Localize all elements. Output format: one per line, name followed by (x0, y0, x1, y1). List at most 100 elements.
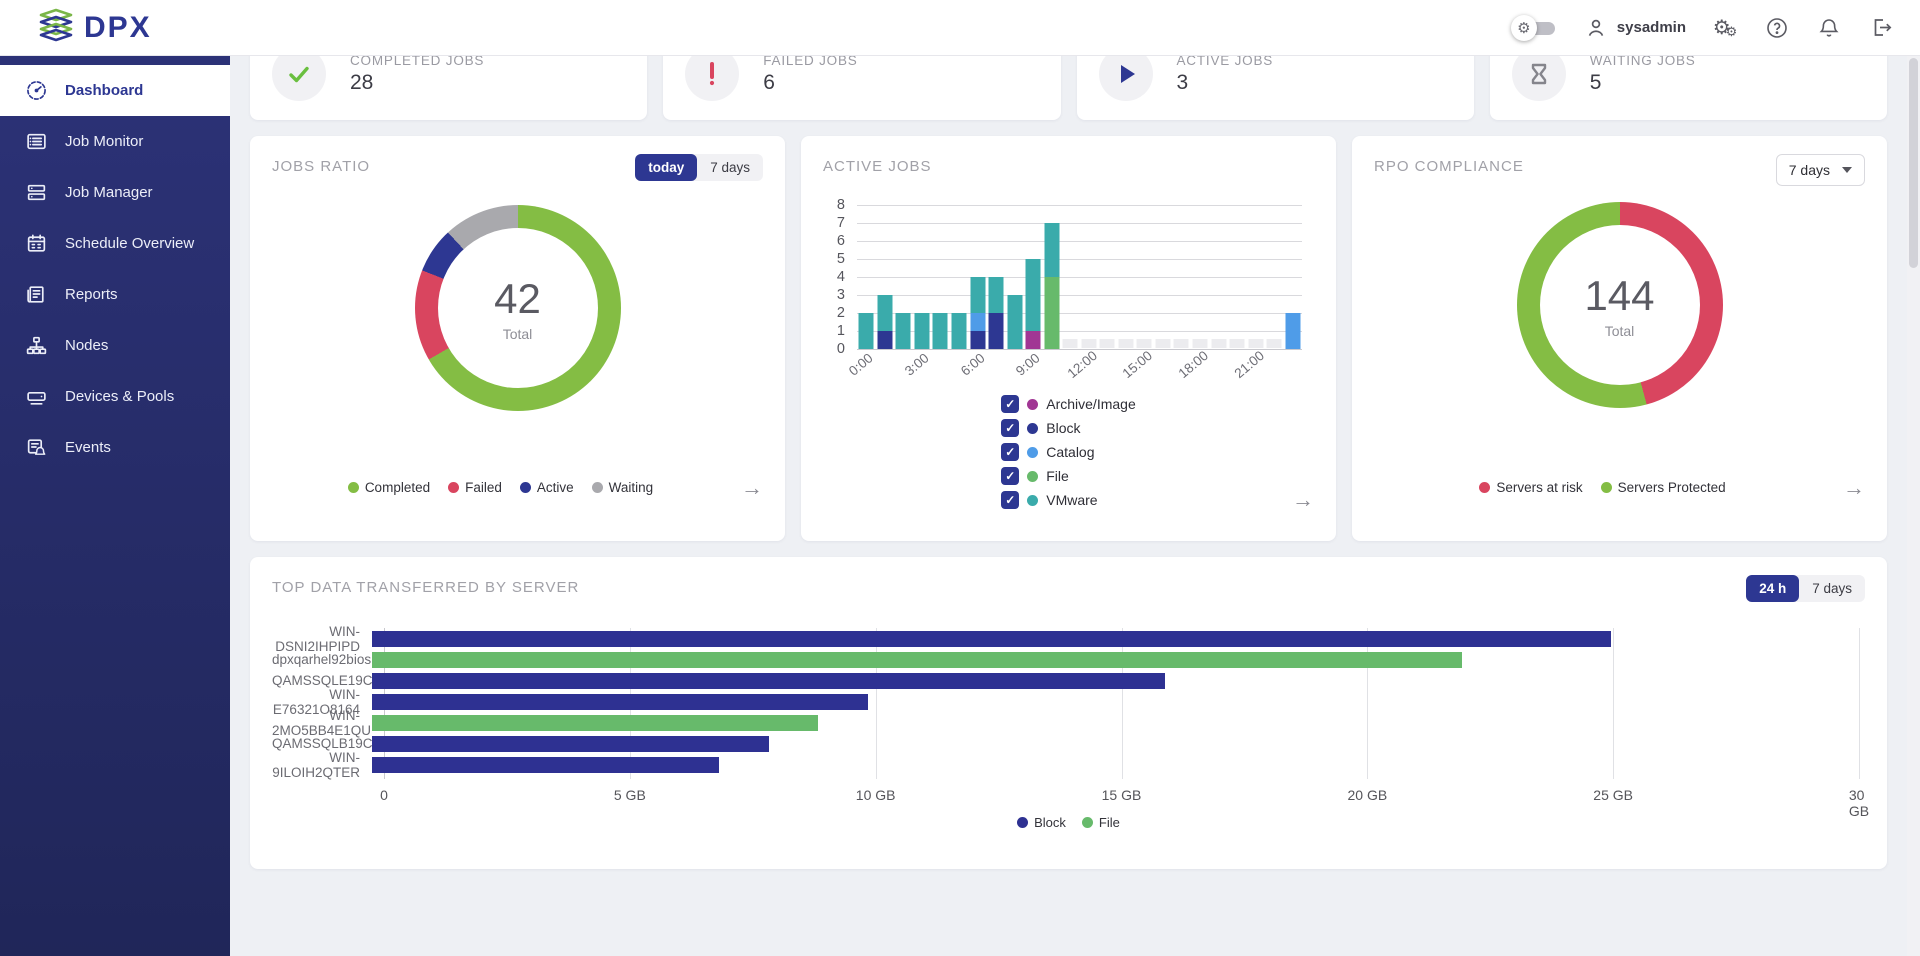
server-row-dpxqarhel92bios[interactable]: dpxqarhel92bios (272, 649, 1865, 670)
rpo-donut-chart[interactable]: 144 Total (1517, 202, 1723, 408)
top-data-toggle-24-h[interactable]: 24 h (1746, 575, 1799, 602)
stat-card-text: WAITING JOBS5 (1590, 53, 1696, 95)
active-jobs-arrow-icon[interactable]: → (1292, 489, 1314, 511)
bar-segment-vmware[interactable] (914, 313, 929, 349)
brand-logo: DPX (38, 8, 152, 47)
bar-segment-file[interactable] (1044, 277, 1059, 349)
active-jobs-legend-item-archive-image[interactable]: ✓Archive/Image (1001, 395, 1135, 413)
gridline (857, 259, 1302, 260)
legend-dot (1027, 423, 1038, 434)
topbar: DPX ⚙ sysadmin ⚙⚙ (0, 0, 1920, 56)
stat-card-value: 5 (1590, 71, 1696, 95)
x-axis-tick: 0:00 (846, 350, 876, 378)
server-row-win-9iloih2qter[interactable]: WIN-9ILOIH2QTER (272, 754, 1865, 775)
help-icon[interactable] (1764, 15, 1790, 41)
bar-block[interactable] (372, 631, 1611, 647)
bar-segment-catalog[interactable] (1285, 313, 1300, 349)
empty-bar-stub (1230, 339, 1245, 348)
bar-track (372, 757, 1859, 773)
gridline (857, 277, 1302, 278)
x-axis-tick: 3:00 (902, 350, 932, 378)
bar-segment-archive-image[interactable] (1026, 331, 1041, 349)
job-monitor-icon (24, 130, 48, 154)
bar-file[interactable] (372, 715, 818, 731)
checkbox-checked[interactable]: ✓ (1001, 395, 1019, 413)
bar-block[interactable] (372, 673, 1165, 689)
bar-file[interactable] (372, 652, 1462, 668)
active-jobs-legend-item-catalog[interactable]: ✓Catalog (1001, 443, 1135, 461)
legend-label: Servers at risk (1496, 480, 1582, 495)
checkbox-checked[interactable]: ✓ (1001, 491, 1019, 509)
jobs-ratio-toggle-7-days[interactable]: 7 days (697, 154, 763, 181)
bar-segment-vmware[interactable] (896, 313, 911, 349)
bar-segment-vmware[interactable] (970, 277, 985, 313)
empty-bar-stub (1081, 339, 1096, 348)
bar-block[interactable] (372, 736, 769, 752)
active-jobs-legend: ✓Archive/Image✓Block✓Catalog✓File✓VMware (1001, 395, 1135, 509)
gridline (857, 205, 1302, 206)
scrollbar-thumb[interactable] (1909, 58, 1918, 268)
server-row-qamssqle19cl[interactable]: QAMSSQLE19CL (272, 670, 1865, 691)
stat-card-value: 28 (350, 71, 484, 95)
bar-segment-vmware[interactable] (1007, 295, 1022, 349)
empty-bar-stub (1118, 339, 1133, 348)
scrollbar[interactable] (1907, 56, 1920, 956)
bar-segment-block[interactable] (877, 331, 892, 349)
bar-segment-vmware[interactable] (1026, 259, 1041, 331)
rpo-arrow-icon[interactable]: → (1843, 477, 1865, 499)
sidebar-item-reports[interactable]: Reports (0, 269, 230, 320)
top-data-bar-chart[interactable]: WIN-DSNI2IHPIPDdpxqarhel92biosQAMSSQLE19… (272, 628, 1865, 809)
checkbox-checked[interactable]: ✓ (1001, 443, 1019, 461)
active-jobs-bar-chart[interactable]: 0123456780:003:006:009:0012:0015:0018:00… (857, 205, 1302, 349)
sidebar-item-label: Job Manager (65, 184, 153, 201)
bar-segment-vmware[interactable] (859, 313, 874, 349)
bar-segment-catalog[interactable] (970, 313, 985, 331)
checkbox-checked[interactable]: ✓ (1001, 419, 1019, 437)
sidebar-item-job-monitor[interactable]: Job Monitor (0, 116, 230, 167)
bar-block[interactable] (372, 757, 719, 773)
bar-segment-block[interactable] (970, 331, 985, 349)
server-row-win-e76321o8164[interactable]: WIN-E76321O8164 (272, 691, 1865, 712)
logout-icon[interactable] (1868, 15, 1894, 41)
sidebar-item-dashboard[interactable]: Dashboard (0, 65, 230, 116)
bar-segment-vmware[interactable] (877, 295, 892, 331)
sidebar-item-events[interactable]: Events (0, 422, 230, 473)
top-data-card: TOP DATA TRANSFERRED BY SERVER 24 h7 day… (250, 557, 1887, 869)
user-menu[interactable]: sysadmin (1583, 15, 1686, 41)
bar-segment-vmware[interactable] (1044, 223, 1059, 277)
sidebar-item-devices-pools[interactable]: Devices & Pools (0, 371, 230, 422)
active-jobs-legend-item-block[interactable]: ✓Block (1001, 419, 1135, 437)
sidebar-item-job-manager[interactable]: Job Manager (0, 167, 230, 218)
server-row-win-2mo5bb4e1qu[interactable]: WIN-2MO5BB4E1QU (272, 712, 1865, 733)
server-row-qamssqlb19cl[interactable]: QAMSSQLB19CL (272, 733, 1865, 754)
bar-block[interactable] (372, 694, 868, 710)
sidebar-item-label: Devices & Pools (65, 388, 174, 405)
settings-gears-icon[interactable]: ⚙⚙ (1712, 15, 1738, 41)
bar-segment-vmware[interactable] (989, 277, 1004, 313)
bar-segment-vmware[interactable] (933, 313, 948, 349)
stat-card-value: 3 (1177, 71, 1274, 95)
sidebar-item-schedule-overview[interactable]: Schedule Overview (0, 218, 230, 269)
theme-gear-icon[interactable]: ⚙ (1511, 15, 1537, 41)
rpo-compliance-card: RPO COMPLIANCE 7 days 144 Total Servers … (1352, 136, 1887, 541)
active-jobs-legend-item-file[interactable]: ✓File (1001, 467, 1135, 485)
sidebar-item-nodes[interactable]: Nodes (0, 320, 230, 371)
notifications-bell-icon[interactable] (1816, 15, 1842, 41)
reports-icon (24, 283, 48, 307)
x-axis-tick: 15 GB (1102, 787, 1142, 803)
rpo-total-label: Total (1605, 323, 1635, 339)
server-row-win-dsni2ihpipd[interactable]: WIN-DSNI2IHPIPD (272, 628, 1865, 649)
bar-segment-block[interactable] (989, 313, 1004, 349)
jobs-ratio-toggle-today[interactable]: today (635, 154, 697, 181)
jobs-ratio-donut-chart[interactable]: 42 Total (415, 205, 621, 411)
legend-label: VMware (1046, 492, 1097, 508)
active-jobs-legend-item-vmware[interactable]: ✓ VMware (1001, 491, 1135, 509)
top-data-toggle-7-days[interactable]: 7 days (1799, 575, 1865, 602)
jobs-ratio-arrow-icon[interactable]: → (741, 477, 763, 499)
bar-segment-vmware[interactable] (951, 313, 966, 349)
theme-toggle[interactable]: ⚙ (1511, 14, 1557, 42)
checkbox-checked[interactable]: ✓ (1001, 467, 1019, 485)
x-axis-tick: 6:00 (957, 350, 987, 378)
brand-logo-text: DPX (84, 11, 152, 45)
rpo-range-dropdown[interactable]: 7 days (1776, 154, 1865, 186)
